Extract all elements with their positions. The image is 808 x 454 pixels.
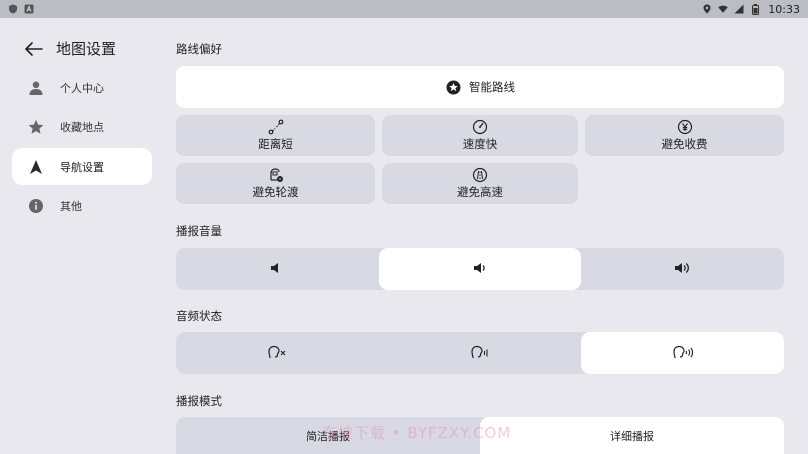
volume-medium-option[interactable] <box>378 248 582 290</box>
shortest-distance-button[interactable]: 距离短 <box>176 115 375 156</box>
route-icon <box>268 119 284 135</box>
battery-icon <box>750 3 760 15</box>
broadcast-mode-title: 播报模式 <box>176 394 222 408</box>
status-bar: 10:33 <box>0 0 808 18</box>
clock-time: 10:33 <box>768 2 800 16</box>
voice-mute-icon <box>267 345 287 362</box>
wifi-icon <box>718 4 729 14</box>
voice-full-option[interactable] <box>581 332 785 374</box>
sidebar-header: 地图设置 <box>24 38 116 59</box>
avoid-tolls-button[interactable]: 避免收费 <box>585 115 784 156</box>
sidebar-item-other[interactable]: 其他 <box>12 187 152 224</box>
volume-high-option[interactable] <box>581 248 784 290</box>
sidebar-item-label: 其他 <box>60 199 82 213</box>
option-label: 简洁播报 <box>306 429 350 443</box>
shield-icon <box>8 4 18 14</box>
option-label: 距离短 <box>258 137 293 151</box>
fastest-button[interactable]: 速度快 <box>382 115 578 156</box>
route-preference-title: 路线偏好 <box>176 42 222 56</box>
avoid-highway-button[interactable]: 避免高速 <box>382 163 578 204</box>
volume-title: 播报音量 <box>176 224 222 238</box>
info-icon <box>28 198 44 214</box>
detailed-broadcast-option[interactable]: 详细播报 <box>480 417 784 454</box>
highway-icon <box>472 167 488 183</box>
volume-low-option[interactable] <box>176 248 379 290</box>
voice-mute-option[interactable] <box>176 332 379 374</box>
smart-route-label: 智能路线 <box>469 80 515 94</box>
back-arrow-icon[interactable] <box>24 39 44 59</box>
option-label: 避免收费 <box>661 137 708 151</box>
option-label: 速度快 <box>462 137 498 151</box>
sidebar-item-label: 导航设置 <box>60 160 104 174</box>
yen-icon <box>677 119 693 135</box>
voice-full-icon <box>672 345 694 362</box>
voice-low-option[interactable] <box>379 332 582 374</box>
smart-route-button[interactable]: 智能路线 <box>176 66 784 108</box>
speedometer-icon <box>472 119 488 135</box>
sidebar-item-label: 收藏地点 <box>60 120 104 134</box>
sidebar: 地图设置 个人中心 收藏地点 导航设置 其他 <box>0 18 160 454</box>
location-icon <box>702 4 712 14</box>
ferry-icon <box>268 167 284 183</box>
option-label: 详细播报 <box>610 429 654 443</box>
option-label: 避免高速 <box>457 185 503 199</box>
page-title: 地图设置 <box>56 40 117 58</box>
volume-selector <box>176 248 784 290</box>
voice-low-icon <box>470 345 490 362</box>
sidebar-item-navigation-settings[interactable]: 导航设置 <box>12 148 152 185</box>
volume-medium-icon <box>473 262 487 277</box>
signal-icon <box>734 4 744 14</box>
broadcast-mode-selector: 简洁播报 详细播报 <box>176 417 784 454</box>
sidebar-item-personal-center[interactable]: 个人中心 <box>12 69 152 106</box>
person-icon <box>28 80 44 96</box>
volume-low-icon <box>270 262 284 277</box>
sidebar-item-label: 个人中心 <box>60 81 104 95</box>
volume-high-icon <box>674 262 692 277</box>
star-icon <box>28 119 44 135</box>
app-a-icon <box>24 4 34 14</box>
audio-state-selector <box>176 332 785 374</box>
smart-star-icon <box>445 79 461 95</box>
option-label: 避免轮渡 <box>252 185 299 199</box>
avoid-ferry-button[interactable]: 避免轮渡 <box>176 163 375 204</box>
concise-broadcast-option[interactable]: 简洁播报 <box>176 417 480 454</box>
audio-state-title: 音频状态 <box>176 309 222 323</box>
navigation-arrow-icon <box>28 159 44 175</box>
sidebar-item-favorites[interactable]: 收藏地点 <box>12 108 152 145</box>
